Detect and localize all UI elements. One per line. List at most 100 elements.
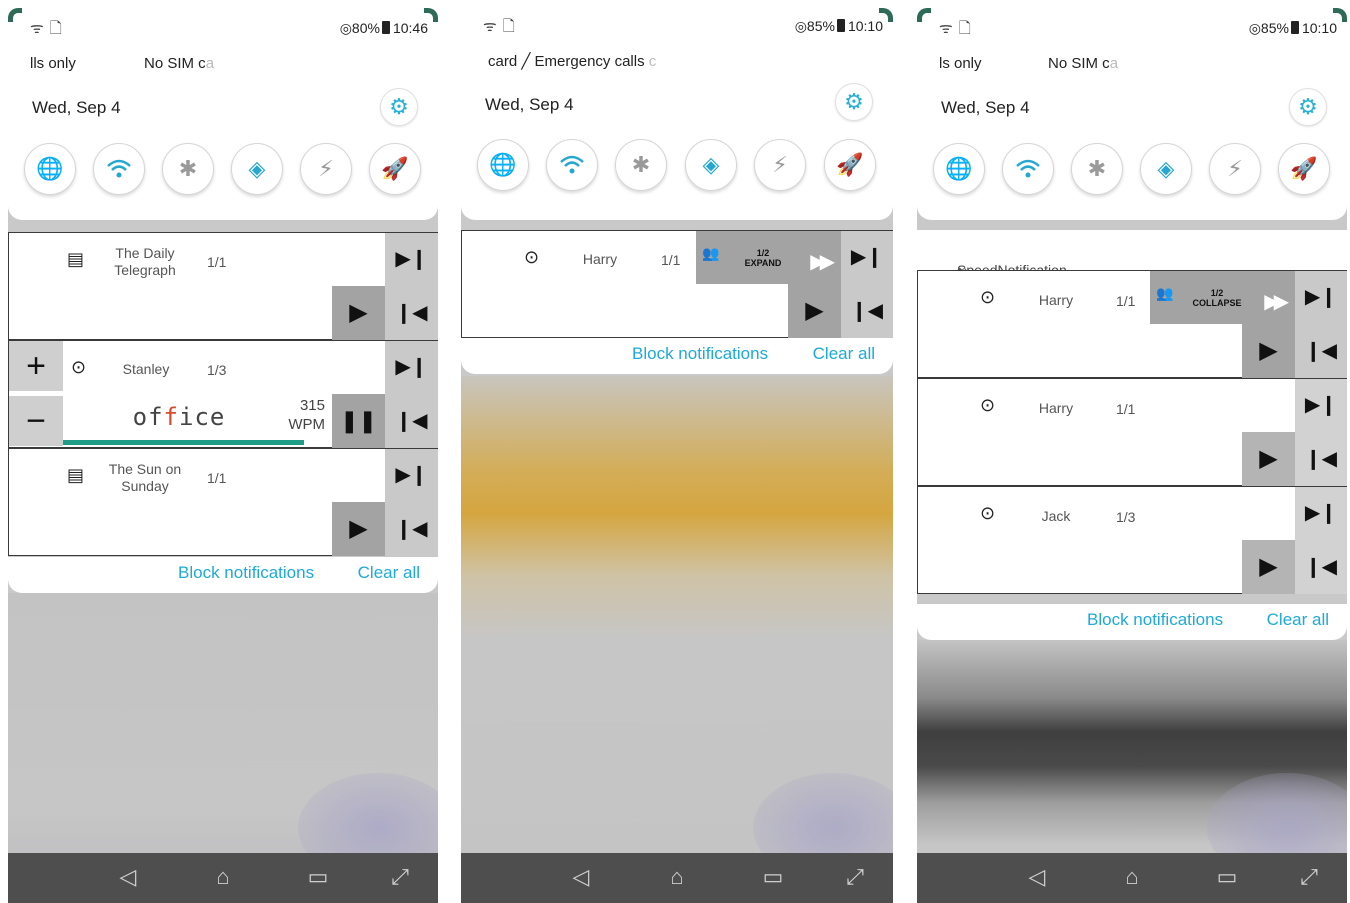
play-button[interactable]: ▶ bbox=[788, 284, 841, 338]
navigation-bar: ◁ ⌂ ▭ ⤢ bbox=[461, 853, 893, 903]
wifi-icon[interactable] bbox=[1002, 143, 1054, 195]
block-notifications-button[interactable]: Block notifications bbox=[632, 344, 768, 364]
carrier-text: ls only No SIM ca bbox=[939, 55, 1119, 72]
previous-button[interactable]: ❙◀ bbox=[1295, 432, 1347, 486]
navigation-bar: ◁ ⌂ ▭ ⤢ bbox=[8, 853, 438, 903]
notification-harry[interactable]: ⊙ Harry 1/1 ▶❙ ▶ ❙◀ bbox=[917, 378, 1347, 486]
play-button[interactable]: ▶ bbox=[332, 502, 385, 556]
signal-icons: ᯤ🗋 bbox=[483, 18, 521, 35]
messenger-icon: ⊙ bbox=[980, 287, 996, 307]
blurred-background bbox=[461, 376, 893, 903]
previous-button[interactable]: ❙◀ bbox=[1295, 324, 1347, 378]
messenger-icon: ⊙ bbox=[980, 503, 996, 523]
wifi-icon[interactable] bbox=[93, 143, 145, 195]
carrier-text: card ╱ Emergency calls c bbox=[488, 53, 657, 70]
notification-count: 1/1 bbox=[661, 252, 681, 268]
back-icon[interactable]: ◁ bbox=[112, 864, 144, 890]
carrier-left: lls only bbox=[30, 55, 76, 72]
group-icon: 👥 bbox=[1156, 285, 1174, 301]
data-saver-icon[interactable]: 🌐 bbox=[24, 143, 76, 195]
signal-icons: ᯤ🗋 bbox=[939, 20, 977, 37]
decrease-speed-button[interactable]: − bbox=[9, 396, 63, 446]
flashlight-off-icon[interactable]: ⚡ bbox=[754, 139, 806, 191]
carrier-right: No SIM c bbox=[144, 55, 206, 72]
auto-rotate-icon[interactable]: ◈ bbox=[685, 139, 737, 191]
recents-icon[interactable]: ▭ bbox=[757, 864, 789, 890]
boost-rocket-icon[interactable]: 🚀 bbox=[1278, 143, 1330, 195]
auto-rotate-icon[interactable]: ◈ bbox=[1140, 143, 1192, 195]
recents-icon[interactable]: ▭ bbox=[302, 864, 334, 890]
block-notifications-button[interactable]: Block notifications bbox=[178, 563, 314, 583]
notification-jack[interactable]: ⊙ Jack 1/3 ▶❙ ▶ ❙◀ bbox=[917, 486, 1347, 594]
previous-button[interactable]: ❙◀ bbox=[841, 284, 893, 338]
wifi-icon[interactable] bbox=[546, 139, 598, 191]
back-icon[interactable]: ◁ bbox=[1021, 864, 1053, 890]
settings-gear-icon[interactable]: ⚙ bbox=[380, 88, 418, 126]
previous-button[interactable]: ❙◀ bbox=[385, 502, 438, 556]
next-button[interactable]: ▶❙ bbox=[1295, 271, 1347, 324]
carrier-left: card ╱ Emergency calls bbox=[488, 53, 649, 70]
block-notifications-button[interactable]: Block notifications bbox=[1087, 610, 1223, 630]
notification-count: 1/1 bbox=[207, 254, 227, 270]
home-icon[interactable]: ⌂ bbox=[1116, 864, 1148, 890]
previous-button[interactable]: ❙◀ bbox=[385, 286, 438, 340]
boost-rocket-icon[interactable]: 🚀 bbox=[369, 143, 421, 195]
notification-harry[interactable]: ⊙ Harry 1/1 👥 1/2 EXPAND ▶▶ ▶❙ ▶ ❙◀ bbox=[461, 230, 893, 338]
expand-screen-icon[interactable]: ⤢ bbox=[839, 864, 871, 890]
recents-icon[interactable]: ▭ bbox=[1211, 864, 1243, 890]
play-button[interactable]: ▶ bbox=[1242, 324, 1295, 378]
carrier-right: No SIM c bbox=[1048, 55, 1110, 72]
play-button[interactable]: ▶ bbox=[1242, 540, 1295, 594]
notification-count: 1/1 bbox=[207, 470, 227, 486]
bluetooth-off-icon[interactable]: ✱ bbox=[615, 139, 667, 191]
flashlight-off-icon[interactable]: ⚡ bbox=[300, 143, 352, 195]
clear-all-button[interactable]: Clear all bbox=[358, 563, 420, 583]
clear-all-button[interactable]: Clear all bbox=[813, 344, 875, 364]
notification-harry[interactable]: ⊙ Harry 1/1 👥 1/2 COLLAPSE ▶▶ ▶❙ ▶ ❙◀ bbox=[917, 270, 1347, 378]
notification-sun-on-sunday[interactable]: ▤ The Sun on Sunday 1/1 ▶❙ ▶ ❙◀ bbox=[8, 448, 438, 556]
expand-screen-icon[interactable]: ⤢ bbox=[1293, 864, 1325, 890]
notification-count: 1/1 bbox=[1116, 293, 1136, 309]
next-button[interactable]: ▶❙ bbox=[385, 341, 438, 394]
clear-all-button[interactable]: Clear all bbox=[1267, 610, 1329, 630]
notification-stanley[interactable]: + − ⊙ Stanley 1/3 office 315 WPM ▶❙ ❚❚ ❙◀ bbox=[8, 340, 438, 448]
home-icon[interactable]: ⌂ bbox=[661, 864, 693, 890]
bluetooth-off-icon[interactable]: ✱ bbox=[162, 143, 214, 195]
notification-group-header[interactable]: ∞ SpeedNotification ˄ bbox=[917, 230, 1347, 294]
data-saver-icon[interactable]: 🌐 bbox=[933, 143, 985, 195]
increase-speed-button[interactable]: + bbox=[9, 341, 63, 391]
clock: 10:10 bbox=[1301, 20, 1337, 36]
notification-count: 1/3 bbox=[1116, 509, 1136, 525]
notification-title: Harry bbox=[582, 251, 618, 267]
phone-screen-2: ᯤ🗋 ◎85% 10:10 card ╱ Emergency calls c We… bbox=[461, 8, 893, 903]
data-saver-icon[interactable]: 🌐 bbox=[477, 139, 529, 191]
home-icon[interactable]: ⌂ bbox=[207, 864, 239, 890]
bluetooth-off-icon[interactable]: ✱ bbox=[1071, 143, 1123, 195]
next-button[interactable]: ▶❙ bbox=[385, 233, 438, 286]
expand-group-button[interactable]: 👥 1/2 EXPAND ▶▶ bbox=[696, 231, 841, 284]
pause-button[interactable]: ❚❚ bbox=[332, 394, 385, 448]
previous-button[interactable]: ❙◀ bbox=[1295, 540, 1347, 594]
notification-daily-telegraph[interactable]: ▤ The Daily Telegraph 1/1 ▶❙ ▶ ❙◀ bbox=[8, 232, 438, 340]
newspaper-icon: ▤ bbox=[67, 465, 85, 485]
play-button[interactable]: ▶ bbox=[1242, 432, 1295, 486]
back-icon[interactable]: ◁ bbox=[565, 864, 597, 890]
battery-icon bbox=[381, 21, 390, 34]
settings-gear-icon[interactable]: ⚙ bbox=[1289, 88, 1327, 126]
collapse-group-button[interactable]: 👥 1/2 COLLAPSE ▶▶ bbox=[1150, 271, 1295, 324]
next-button[interactable]: ▶❙ bbox=[1295, 487, 1347, 540]
next-button[interactable]: ▶❙ bbox=[385, 449, 438, 502]
next-button[interactable]: ▶❙ bbox=[1295, 379, 1347, 432]
previous-button[interactable]: ❙◀ bbox=[385, 394, 438, 448]
play-button[interactable]: ▶ bbox=[332, 286, 385, 340]
flashlight-off-icon[interactable]: ⚡ bbox=[1209, 143, 1261, 195]
expand-screen-icon[interactable]: ⤢ bbox=[384, 864, 416, 890]
settings-gear-icon[interactable]: ⚙ bbox=[835, 83, 873, 121]
boost-rocket-icon[interactable]: 🚀 bbox=[824, 139, 876, 191]
next-button[interactable]: ▶❙ bbox=[841, 231, 893, 284]
messenger-icon: ⊙ bbox=[524, 247, 540, 267]
phone-screen-1: ᯤ🗋 ◎80% 10:46 lls only No SIM ca Wed, Sep… bbox=[8, 8, 438, 903]
auto-rotate-icon[interactable]: ◈ bbox=[231, 143, 283, 195]
date-label: Wed, Sep 4 bbox=[941, 98, 1030, 117]
notification-title: The Sun on Sunday bbox=[108, 461, 182, 494]
